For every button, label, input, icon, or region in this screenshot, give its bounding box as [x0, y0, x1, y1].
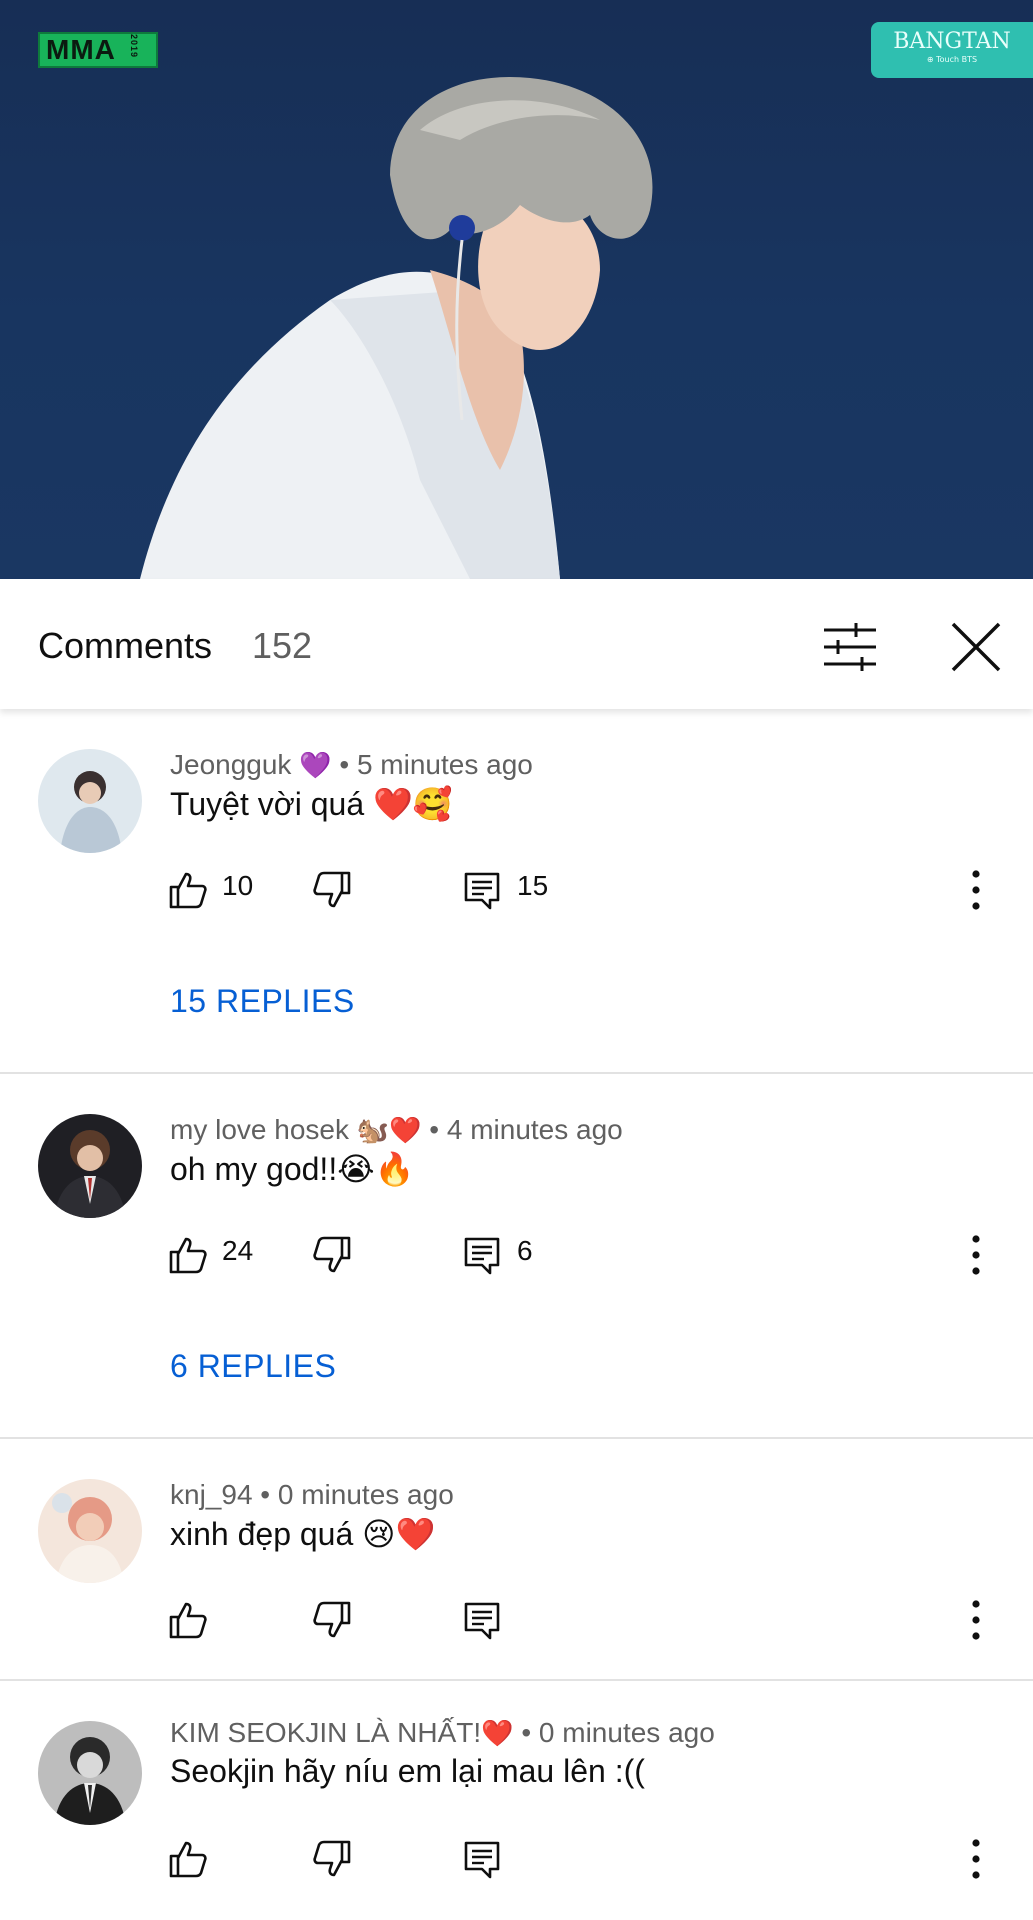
- reply-count: 6: [517, 1235, 533, 1266]
- close-icon[interactable]: [950, 621, 1002, 673]
- thumbs-up-icon[interactable]: [168, 1600, 208, 1640]
- thumbs-up-icon[interactable]: [168, 1839, 208, 1879]
- comment-meta: my love hosek 🐿️❤️ • 4 minutes ago: [170, 1114, 623, 1145]
- comment-text: xinh đẹp quá 😢❤️: [170, 1516, 436, 1552]
- avatar[interactable]: [38, 1479, 142, 1583]
- reply-icon[interactable]: [462, 1235, 502, 1275]
- thumbs-down-icon[interactable]: [312, 1235, 352, 1275]
- more-options-icon[interactable]: [956, 1231, 996, 1279]
- comment-time: • 0 minutes ago: [521, 1717, 715, 1748]
- more-options-icon[interactable]: [956, 866, 996, 914]
- comment-item: knj_94 • 0 minutes ago xinh đẹp quá 😢❤️: [0, 1439, 1033, 1681]
- more-options-icon[interactable]: [956, 1596, 996, 1644]
- thumbs-up-icon[interactable]: [168, 1235, 208, 1275]
- like-count: 10: [222, 870, 254, 901]
- comment-meta: Jeongguk 💜 • 5 minutes ago: [170, 749, 533, 780]
- reply-icon[interactable]: [462, 870, 502, 910]
- comment-time: • 0 minutes ago: [260, 1479, 454, 1510]
- comment-time: • 5 minutes ago: [339, 749, 533, 780]
- avatar[interactable]: [38, 1114, 142, 1218]
- comment-text: oh my god!!😭🔥: [170, 1151, 415, 1187]
- comment-item: my love hosek 🐿️❤️ • 4 minutes ago oh my…: [0, 1074, 1033, 1438]
- thumbs-up-icon[interactable]: [168, 870, 208, 910]
- sliders-icon[interactable]: [822, 622, 878, 672]
- comments-title: Comments: [38, 625, 213, 666]
- comment-author[interactable]: KIM SEOKJIN LÀ NHẤT!: [170, 1717, 481, 1748]
- reply-count: 15: [517, 870, 549, 901]
- comment-actions: 24 6: [0, 1231, 1033, 1279]
- comment-meta: knj_94 • 0 minutes ago: [170, 1479, 454, 1511]
- comment-author[interactable]: Jeongguk: [170, 749, 291, 780]
- thumbs-down-icon[interactable]: [312, 1839, 352, 1879]
- comment-author[interactable]: knj_94: [170, 1479, 253, 1510]
- reply-icon[interactable]: [462, 1839, 502, 1879]
- comment-item: KIM SEOKJIN LÀ NHẤT!❤️ • 0 minutes ago S…: [0, 1681, 1033, 1920]
- comments-count: 152: [252, 625, 313, 666]
- comments-header: Comments 152: [0, 579, 1033, 709]
- view-replies-link[interactable]: 15 REPLIES: [170, 983, 355, 1020]
- comment-author[interactable]: my love hosek: [170, 1114, 349, 1145]
- video-frame: [140, 76, 653, 579]
- view-replies-link[interactable]: 6 REPLIES: [170, 1348, 336, 1385]
- comment-text: Tuyệt vời quá ❤️🥰: [170, 786, 453, 822]
- comment-item: Jeongguk 💜 • 5 minutes ago Tuyệt vời quá…: [0, 709, 1033, 1074]
- channel-watermark: BANGTAN ⊕ Touch BTS: [871, 22, 1033, 78]
- comment-actions: 10 15: [0, 866, 1033, 914]
- thumbs-down-icon[interactable]: [312, 870, 352, 910]
- mma-logo: MMA 2019: [38, 32, 158, 68]
- more-options-icon[interactable]: [956, 1835, 996, 1883]
- comment-text: Seokjin hãy níu em lại mau lên :((: [170, 1753, 645, 1789]
- avatar[interactable]: [38, 1721, 142, 1825]
- comment-time: • 4 minutes ago: [429, 1114, 623, 1145]
- video-player[interactable]: MMA 2019 BANGTAN ⊕ Touch BTS: [0, 0, 1033, 579]
- comment-meta: KIM SEOKJIN LÀ NHẤT!❤️ • 0 minutes ago: [170, 1717, 715, 1748]
- comment-actions: [0, 1596, 1033, 1644]
- comment-actions: [0, 1835, 1033, 1883]
- like-count: 24: [222, 1235, 254, 1266]
- thumbs-down-icon[interactable]: [312, 1600, 352, 1640]
- reply-icon[interactable]: [462, 1600, 502, 1640]
- avatar[interactable]: [38, 749, 142, 853]
